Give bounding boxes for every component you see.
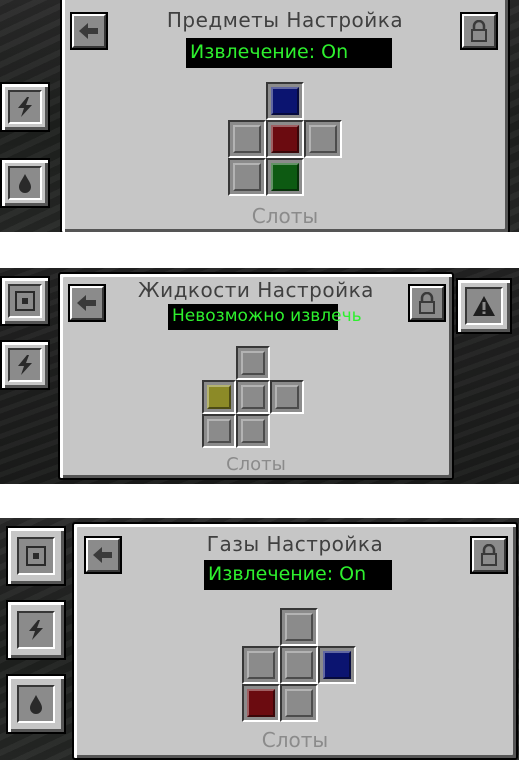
panel-title: Жидкости Настройка	[138, 278, 374, 302]
slots-label: Слоты	[226, 454, 286, 475]
extraction-status[interactable]: Невозможно извлечь	[168, 304, 362, 330]
slot-color	[285, 613, 313, 641]
gases-config-panel: Газы Настройка Извлечение: On Слоты	[72, 522, 518, 760]
slot-color	[271, 163, 299, 191]
slot-left[interactable]	[242, 646, 280, 684]
panel-title: Предметы Настройка	[166, 8, 404, 32]
slot-bottom-left[interactable]	[202, 414, 236, 448]
slot-left[interactable]	[202, 380, 236, 414]
right-tab-warning[interactable]	[456, 278, 512, 334]
slot-color	[323, 651, 351, 679]
fluid-drop-icon	[17, 685, 55, 723]
slot-color	[247, 651, 275, 679]
slot-right[interactable]	[304, 120, 342, 158]
slot-color	[207, 385, 231, 409]
energy-icon	[17, 611, 55, 649]
slot-color	[309, 125, 337, 153]
side-tab-config[interactable]	[6, 526, 66, 586]
fluids-config-panel: Жидкости Настройка Невозможно извлечь Сл…	[58, 272, 454, 480]
slot-color	[275, 385, 299, 409]
energy-icon	[8, 348, 42, 382]
slot-bottom[interactable]	[266, 158, 304, 196]
lock-icon	[419, 292, 435, 314]
slot-color	[241, 385, 265, 409]
slot-color	[271, 87, 299, 115]
side-tab-fluid[interactable]	[0, 158, 50, 208]
slot-bottom-left[interactable]	[228, 158, 266, 196]
slot-color	[241, 419, 265, 443]
lock-button[interactable]	[408, 284, 446, 322]
slot-bottom[interactable]	[236, 414, 270, 448]
side-config-icon	[8, 284, 42, 318]
slot-color	[285, 689, 313, 717]
extraction-status[interactable]: Извлечение: On	[186, 38, 392, 68]
items-config-section: Предметы Настройка Извлечение: On Слоты	[0, 0, 519, 232]
side-tab-energy[interactable]	[0, 340, 50, 390]
lock-icon	[481, 544, 497, 566]
slot-color	[247, 689, 275, 717]
slots-label: Слоты	[251, 204, 319, 228]
slots-label: Слоты	[261, 728, 329, 752]
fluid-drop-icon	[8, 166, 42, 200]
slot-center[interactable]	[236, 380, 270, 414]
slot-left[interactable]	[228, 120, 266, 158]
slot-center[interactable]	[266, 120, 304, 158]
items-config-panel: Предметы Настройка Извлечение: On Слоты	[60, 0, 510, 232]
lock-icon	[471, 20, 487, 42]
slot-color	[233, 125, 261, 153]
slot-top[interactable]	[266, 82, 304, 120]
slot-color	[271, 125, 299, 153]
fluids-config-section: Жидкости Настройка Невозможно извлечь Сл…	[0, 268, 519, 484]
panel-title: Газы Настройка	[206, 532, 384, 556]
slot-color	[233, 163, 261, 191]
slot-top[interactable]	[280, 608, 318, 646]
gases-config-section: Газы Настройка Извлечение: On Слоты	[0, 518, 519, 760]
slot-bottom-left[interactable]	[242, 684, 280, 722]
extraction-status[interactable]: Извлечение: On	[204, 560, 392, 590]
slot-bottom[interactable]	[280, 684, 318, 722]
lock-button[interactable]	[470, 536, 508, 574]
warning-triangle-icon	[465, 287, 503, 325]
side-config-icon	[17, 537, 55, 575]
slot-color	[285, 651, 313, 679]
slot-top[interactable]	[236, 346, 270, 380]
slot-right[interactable]	[270, 380, 304, 414]
slot-right[interactable]	[318, 646, 356, 684]
energy-icon	[8, 90, 42, 124]
lock-button[interactable]	[460, 12, 498, 50]
side-tab-fluid[interactable]	[6, 674, 66, 734]
slot-center[interactable]	[280, 646, 318, 684]
side-tab-config[interactable]	[0, 276, 50, 326]
slot-color	[207, 419, 231, 443]
slot-color	[241, 351, 265, 375]
side-tab-energy[interactable]	[6, 600, 66, 660]
side-tab-energy[interactable]	[0, 82, 50, 132]
